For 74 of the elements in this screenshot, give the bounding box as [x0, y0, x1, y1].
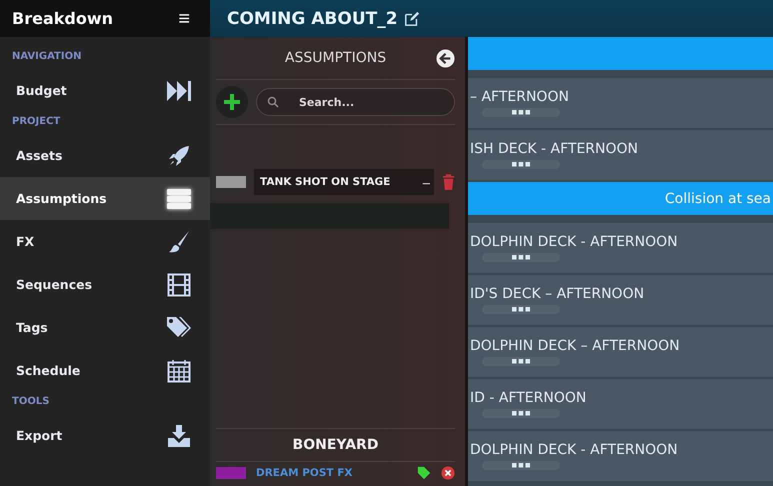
scene-row[interactable]: ID - AFTERNOON — [468, 379, 773, 429]
sidebar-item[interactable]: Assumptions — [0, 177, 210, 220]
more-tab[interactable] — [482, 305, 560, 314]
calendar-icon — [166, 358, 192, 382]
group-title: Collision at sea — [664, 190, 771, 206]
nav-label: Tags — [16, 320, 48, 335]
more-icon — [512, 411, 530, 416]
more-icon — [512, 162, 530, 167]
server-list-icon — [166, 186, 192, 210]
scene-title: ISH DECK - AFTERNOON — [469, 141, 638, 157]
tag-icon[interactable] — [417, 466, 431, 480]
more-icon — [512, 307, 530, 312]
boneyard-title: BONEYARD — [216, 428, 455, 462]
menu-button[interactable]: ≡ — [178, 8, 190, 28]
download-icon — [166, 424, 192, 448]
scene-row[interactable]: DOLPHIN DECK - AFTERNOON — [468, 223, 773, 273]
new-assumption-field[interactable] — [210, 203, 449, 229]
scene-title: ID - AFTERNOON — [469, 390, 586, 406]
app-title: Breakdown — [12, 9, 113, 28]
nav-label: Sequences — [16, 277, 92, 292]
scene-title: DOLPHIN DECK - AFTERNOON — [469, 442, 678, 458]
assumption-field[interactable]: TANK SHOT ON STAGE – — [254, 169, 434, 195]
nav-label: Assets — [16, 148, 62, 163]
edit-icon[interactable] — [404, 10, 420, 26]
panel-title: ASSUMPTIONS — [284, 50, 386, 66]
project-title: COMING ABOUT_2 — [227, 8, 398, 28]
more-tab[interactable] — [482, 160, 560, 169]
sidebar-item[interactable]: Export — [0, 414, 210, 457]
boneyard-item[interactable]: DREAM POST FX — [256, 467, 407, 479]
remove-icon[interactable] — [441, 466, 455, 480]
scene-title: ID'S DECK – AFTERNOON — [469, 286, 644, 302]
sidebar-item[interactable]: Assets — [0, 134, 210, 177]
scene-row[interactable]: – AFTERNOON — [468, 78, 773, 128]
trash-icon[interactable] — [442, 174, 455, 190]
more-icon — [512, 463, 530, 468]
more-tab[interactable] — [482, 253, 560, 262]
collapse-button[interactable]: – — [422, 174, 430, 190]
scene-title: DOLPHIN DECK - AFTERNOON — [469, 234, 678, 250]
sidebar-item[interactable]: Tags — [0, 306, 210, 349]
nav-label: Export — [16, 428, 62, 443]
color-swatch[interactable] — [216, 176, 246, 188]
scene-title: – AFTERNOON — [469, 89, 569, 105]
add-button[interactable] — [216, 86, 248, 118]
plus-icon — [222, 92, 242, 112]
rocket-icon — [166, 144, 192, 168]
scene-row[interactable]: DOLPHIN DECK - AFTERNOON — [468, 431, 773, 481]
sidebar-item[interactable]: FX — [0, 220, 210, 263]
nav-label: FX — [16, 234, 34, 249]
scene-row[interactable]: ID'S DECK – AFTERNOON — [468, 275, 773, 325]
scene-title: DOLPHIN DECK – AFTERNOON — [469, 338, 680, 354]
section-heading: NAVIGATION — [11, 50, 82, 64]
nav-label: Budget — [16, 83, 67, 98]
film-icon — [166, 272, 192, 296]
more-tab[interactable] — [482, 108, 560, 117]
tags-icon — [166, 316, 192, 340]
search-field[interactable]: Search... — [256, 88, 455, 116]
more-tab[interactable] — [482, 357, 560, 366]
scene-row[interactable]: ISH DECK - AFTERNOON — [468, 130, 773, 180]
scene-row[interactable]: DOLPHIN DECK – AFTERNOON — [468, 327, 773, 377]
section-heading: TOOLS — [11, 395, 50, 409]
assumption-name: TANK SHOT ON STAGE — [260, 176, 390, 188]
more-icon — [512, 255, 530, 260]
sidebar-item[interactable]: Schedule — [0, 349, 210, 392]
nav-label: Assumptions — [16, 191, 107, 206]
sidebar-item[interactable]: Budget — [0, 69, 210, 112]
more-tab[interactable] — [482, 409, 560, 418]
more-icon — [512, 359, 530, 364]
section-heading: PROJECT — [11, 115, 62, 129]
more-icon — [512, 110, 530, 115]
fast-forward-icon — [166, 78, 192, 102]
color-swatch[interactable] — [216, 467, 246, 479]
nav-label: Schedule — [16, 363, 80, 378]
sidebar-item[interactable]: Sequences — [0, 263, 210, 306]
more-tab[interactable] — [482, 461, 560, 470]
